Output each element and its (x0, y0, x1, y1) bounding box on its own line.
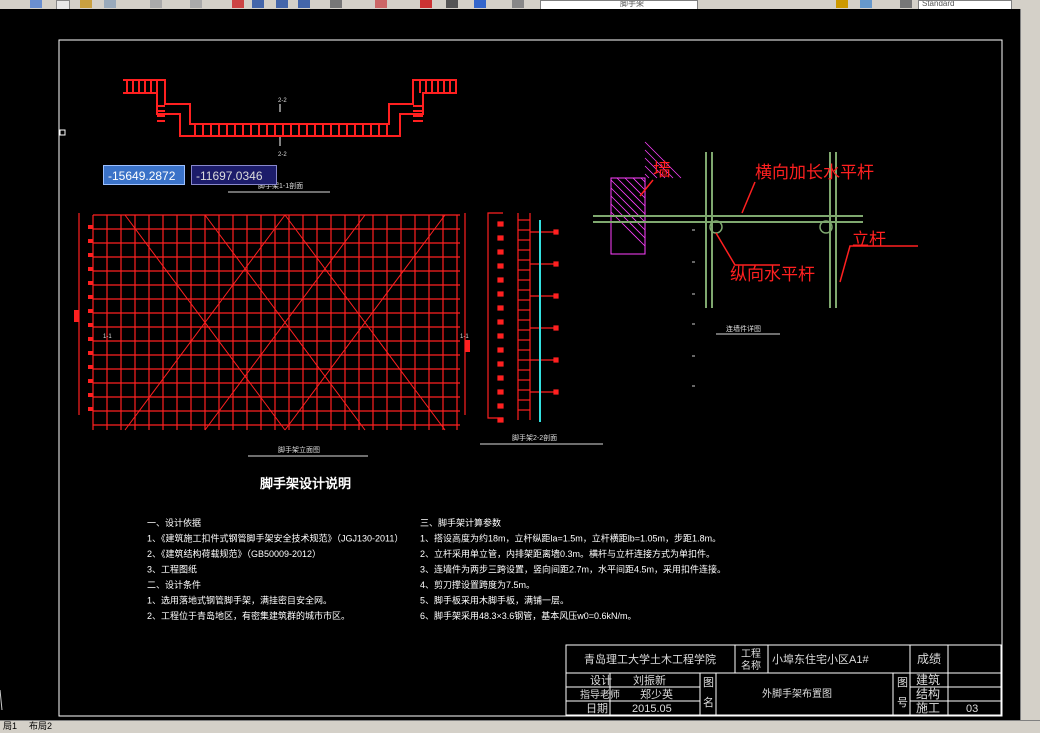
tb-drawing-label-2: 名 (703, 695, 714, 709)
tb-drawing-name: 外脚手架布置图 (762, 687, 832, 700)
layer-name: 脚手架 (620, 0, 644, 8)
redo-icon[interactable] (190, 0, 202, 8)
note-line: 5、脚手板采用木脚手板，满铺一层。 (420, 595, 569, 606)
elevation-title: 脚手架立面图 (278, 445, 320, 454)
tb-advisor: 郑少英 (640, 687, 673, 701)
section-marker-b: 2-2 (278, 152, 287, 158)
drawing-canvas[interactable]: 2-2 2-2 脚手架1-1剖面 1-1 1-1 脚手架立面图 脚手架2-2剖面… (0, 9, 1020, 720)
side-title: 脚手架2-2剖面 (512, 433, 557, 442)
elevation-view: 1-1 1-1 脚手架立面图 (74, 213, 470, 457)
tab-layout1[interactable]: 局1 (0, 721, 20, 732)
tb-date-label: 日期 (586, 702, 608, 715)
note-line: 1、《建筑施工扣件式钢管脚手架安全技术规范》（JGJ130-2011） (147, 533, 403, 544)
label-longitudinal-bar: 纵向水平杆 (730, 265, 815, 284)
note-line: 2、工程位于青岛地区，有密集建筑群的城市市区。 (147, 610, 350, 621)
dynamic-input-y[interactable]: -11697.0346 (191, 165, 277, 185)
cad-drawing: 2-2 2-2 脚手架1-1剖面 1-1 1-1 脚手架立面图 脚手架2-2剖面… (0, 39, 1003, 717)
note-line: 1、选用落地式钢管脚手架，满挂密目安全网。 (147, 595, 332, 606)
undo-icon[interactable] (150, 0, 162, 8)
help-icon[interactable] (474, 0, 486, 8)
section-outline (123, 79, 457, 125)
elevation-left-tab (74, 310, 79, 322)
tb-school: 青岛理工大学土木工程学院 (584, 652, 716, 666)
layer-previous-icon[interactable] (860, 0, 872, 8)
tab-layout2[interactable]: 布局2 (26, 721, 55, 732)
tb-sheet-no: 03 (966, 703, 978, 715)
tb-designer: 刘振新 (633, 673, 666, 687)
tb-advisor-label: 指导老师 (580, 688, 620, 701)
pan-icon[interactable] (232, 0, 244, 8)
section-marker-a: 2-2 (278, 98, 287, 104)
tb-design-label: 设计 (590, 674, 612, 687)
note-line: 1、搭设高度为约18m，立杆纵距la=1.5m，立杆横距lb=1.05m，步距1… (420, 533, 721, 544)
note-line: 一、设计依据 (147, 517, 201, 528)
tb-project-name: 小埠东住宅小区A1# (772, 652, 869, 666)
notes-title: 脚手架设计说明 (260, 476, 351, 491)
note-line: 3、工程图纸 (147, 564, 197, 575)
tool-palette-icon[interactable] (420, 0, 432, 8)
note-line: 2、《建筑结构荷载规范》（GB50009-2012） (147, 548, 321, 559)
design-center-icon[interactable] (375, 0, 387, 8)
vertical-scrollbar[interactable] (1020, 9, 1040, 720)
elevation-right-tab (465, 340, 470, 352)
zoom-realtime-icon[interactable] (252, 0, 264, 8)
tb-score-label: 成绩 (917, 652, 941, 666)
zoom-previous-icon[interactable] (298, 0, 310, 8)
note-line: 6、脚手架采用48.3×3.6钢管，基本风压w0=0.6kN/m。 (420, 610, 637, 621)
text-style-name: Standard (922, 0, 955, 8)
note-line: 三、脚手架计算参数 (420, 517, 501, 528)
label-wall: 墙 (653, 160, 671, 180)
zoom-window-icon[interactable] (276, 0, 288, 8)
wall-tie-detail: 墙 横向加长水平杆 纵向水平杆 立杆 连墙件详图 (593, 141, 918, 387)
text-style-icon[interactable] (900, 0, 912, 8)
tb-date: 2015.05 (632, 703, 672, 715)
elevation-right-marker: 1-1 (460, 334, 469, 340)
tb-number-label-2: 号 (897, 696, 908, 709)
note-line: 2、立杆采用单立管，内排架距离墙0.3m。横杆与立杆连接方式为单扣件。 (420, 548, 715, 559)
grip-square (59, 129, 66, 136)
tb-project-label-1: 工程 (741, 648, 761, 660)
cross-bracing (124, 214, 446, 431)
notes-right: 三、脚手架计算参数 1、搭设高度为约18m，立杆纵距la=1.5m，立杆横距lb=… (420, 517, 726, 621)
tb-disc-1: 建筑 (916, 672, 940, 687)
paintbrush-icon[interactable] (80, 0, 92, 8)
side-section (487, 212, 559, 423)
layer-manager-icon[interactable] (512, 0, 524, 8)
note-line: 3、连墙件为两步三跨设置，竖向间距2.7m，水平间距4.5m，采用扣件连接。 (420, 564, 726, 575)
copy-icon[interactable] (104, 0, 116, 8)
detail-caption: 连墙件详图 (726, 324, 761, 333)
tb-disc-2: 结构 (916, 686, 940, 701)
tb-drawing-label-1: 图 (703, 676, 714, 689)
label-pole: 立杆 (852, 230, 886, 249)
tb-project-label-2: 名称 (741, 659, 761, 672)
zoom-icon[interactable] (30, 0, 42, 8)
note-line: 4、剪刀撑设置跨度为7.5m。 (420, 579, 535, 590)
tb-number-label-1: 图 (897, 676, 908, 689)
note-line: 二、设计条件 (147, 579, 201, 590)
properties-icon[interactable] (330, 0, 342, 8)
calculator-icon[interactable] (446, 0, 458, 8)
notes-left: 一、设计依据 1、《建筑施工扣件式钢管脚手架安全技术规范》（JGJ130-2011… (147, 517, 403, 621)
elevation-left-marker: 1-1 (103, 334, 112, 340)
layer-state-icon[interactable] (836, 0, 848, 8)
section-ticks (126, 80, 457, 136)
tb-disc-3: 施工 (916, 701, 940, 715)
label-transverse-bar: 横向加长水平杆 (755, 163, 874, 182)
section-1-1 (123, 79, 457, 137)
dynamic-input-x[interactable]: -15649.2872 (103, 165, 185, 185)
layout-tabs-bar: 局1 布局2 (0, 720, 1040, 733)
